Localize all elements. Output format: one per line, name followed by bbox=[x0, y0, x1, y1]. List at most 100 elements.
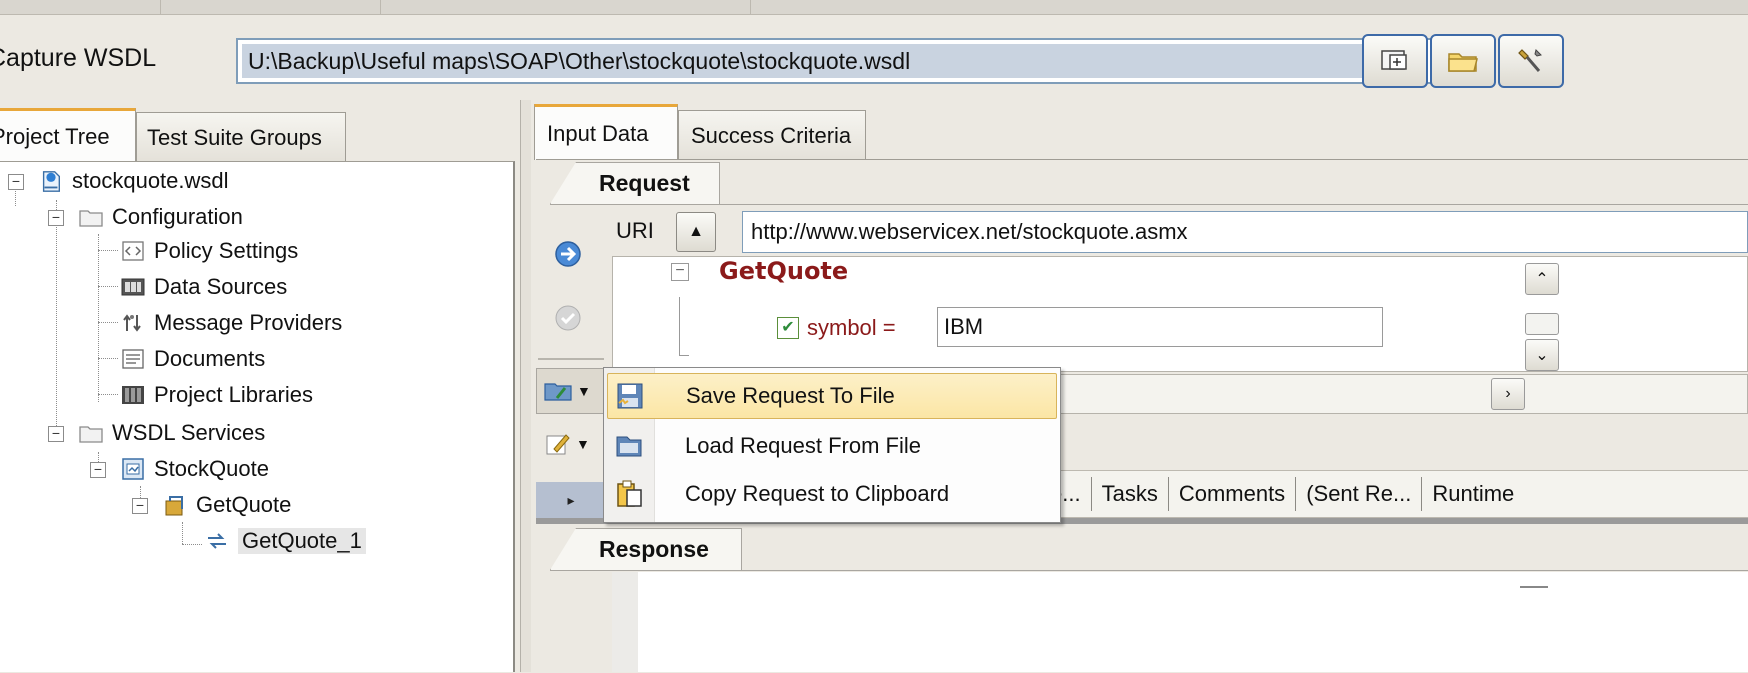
response-section-tab[interactable]: Response bbox=[550, 528, 742, 570]
tree-item-configuration[interactable]: Configuration bbox=[78, 200, 243, 234]
wsdl-combobox[interactable]: U:\Backup\Useful maps\SOAP\Other\stockqu… bbox=[236, 38, 1476, 84]
message-providers-icon bbox=[123, 314, 141, 332]
tree-item-label: Configuration bbox=[112, 204, 243, 229]
menu-item-label: Load Request From File bbox=[685, 433, 921, 458]
tree-item-getquote[interactable]: GetQuote bbox=[162, 488, 291, 522]
tree-item-data-sources[interactable]: Data Sources bbox=[120, 270, 287, 304]
response-section-label: Response bbox=[599, 536, 709, 562]
tab-sent-request[interactable]: (Sent Re... bbox=[1296, 477, 1423, 511]
tree-item-label: Project Libraries bbox=[154, 382, 313, 407]
triangle-up-icon: ▲ bbox=[688, 223, 704, 240]
tree-item-label: Data Sources bbox=[154, 274, 288, 299]
response-section-header: Response bbox=[550, 528, 1748, 571]
scroll-up-button[interactable]: ⌃ bbox=[1525, 263, 1559, 295]
documents-icon bbox=[122, 349, 144, 369]
collapse-toggle[interactable]: − bbox=[8, 174, 24, 190]
tab-input-data[interactable]: Input Data bbox=[534, 104, 678, 160]
open-folder-icon bbox=[1448, 53, 1478, 72]
request-response-icon bbox=[208, 533, 226, 549]
tab-tasks[interactable]: Tasks bbox=[1092, 477, 1169, 511]
menu-item-save-request[interactable]: Save Request To File bbox=[607, 373, 1057, 419]
tree-item-documents[interactable]: Documents bbox=[120, 342, 265, 376]
scroll-thumb[interactable] bbox=[1525, 313, 1559, 335]
tools-icon bbox=[1518, 49, 1542, 72]
project-tree-panel: − stockquote.wsdl − Configuration Policy… bbox=[0, 161, 515, 672]
scroll-down-button[interactable]: ⌄ bbox=[1525, 339, 1559, 371]
tab-input-data-label: Input Data bbox=[547, 120, 649, 146]
tab-label: Runtime bbox=[1432, 481, 1515, 506]
request-file-menu-button[interactable]: ▼ bbox=[536, 368, 604, 414]
tree-item-label: StockQuote bbox=[154, 456, 269, 481]
response-gutter bbox=[612, 572, 638, 672]
send-request-button[interactable] bbox=[542, 232, 594, 276]
operation-name: GetQuote bbox=[719, 257, 849, 285]
details-tab-strip: e... Tasks Comments (Sent Re... Runtime bbox=[1040, 470, 1748, 518]
tree-item-label: Message Providers bbox=[154, 310, 343, 335]
chevron-right-icon: ▸ bbox=[567, 491, 575, 508]
tab-comments[interactable]: Comments bbox=[1169, 477, 1297, 511]
wsdl-file-icon bbox=[42, 171, 60, 192]
tree-item-policy-settings[interactable]: Policy Settings bbox=[120, 234, 298, 268]
uri-input[interactable]: http://www.webservicex.net/stockquote.as… bbox=[742, 211, 1748, 253]
tab-test-suite-groups[interactable]: Test Suite Groups bbox=[136, 112, 346, 162]
service-icon bbox=[122, 458, 144, 480]
project-libraries-icon bbox=[122, 386, 144, 404]
validate-button[interactable] bbox=[542, 296, 594, 340]
tree-item-label: Documents bbox=[154, 346, 266, 371]
operation-icon bbox=[165, 496, 183, 516]
tree-item-label: GetQuote bbox=[196, 492, 292, 517]
menu-item-copy-request[interactable]: Copy Request to Clipboard bbox=[607, 471, 1057, 517]
menu-item-label: Save Request To File bbox=[686, 383, 895, 408]
tab-success-criteria-label: Success Criteria bbox=[691, 122, 852, 148]
uri-toggle-button[interactable]: ▲ bbox=[676, 212, 716, 252]
collapse-toggle[interactable]: − bbox=[671, 263, 689, 281]
edit-menu-button[interactable]: ▼ bbox=[540, 424, 608, 464]
request-context-menu: Save Request To File Load Request From F… bbox=[603, 367, 1061, 523]
arrow-right-circle-icon bbox=[555, 241, 581, 267]
check-circle-icon bbox=[555, 305, 581, 331]
tree-item-wsdl-services[interactable]: WSDL Services bbox=[78, 416, 265, 450]
save-file-icon bbox=[617, 383, 643, 409]
tools-button[interactable] bbox=[1498, 34, 1564, 88]
chevron-right-icon: › bbox=[1505, 385, 1511, 402]
request-tree-editor[interactable]: − GetQuote ✔ symbol = IBM ⌃ ⌄ bbox=[612, 256, 1748, 372]
wsdl-path-value[interactable]: U:\Backup\Useful maps\SOAP\Other\stockqu… bbox=[242, 44, 1426, 78]
panel-splitter[interactable] bbox=[520, 100, 531, 672]
collapse-toggle[interactable]: − bbox=[48, 210, 64, 226]
tree-item-project-libraries[interactable]: Project Libraries bbox=[120, 378, 313, 412]
tree-connector bbox=[679, 297, 680, 355]
collapse-toggle[interactable]: − bbox=[48, 426, 64, 442]
edit-icon bbox=[546, 434, 570, 455]
open-folder-button[interactable] bbox=[1430, 34, 1496, 88]
tree-item-stockquote-service[interactable]: StockQuote bbox=[120, 452, 269, 486]
chevron-down-icon: ▼ bbox=[576, 436, 590, 452]
param-name: symbol = bbox=[807, 315, 896, 340]
param-checkbox[interactable]: ✔ bbox=[777, 317, 799, 339]
scroll-right-button[interactable]: › bbox=[1491, 378, 1525, 410]
collapse-toggle[interactable]: − bbox=[132, 498, 148, 514]
data-sources-icon bbox=[121, 278, 145, 296]
tree-item-getquote-1[interactable]: GetQuote_1 bbox=[204, 524, 366, 558]
tab-project-tree[interactable]: Project Tree bbox=[0, 108, 136, 162]
response-scroll-grip bbox=[1520, 586, 1548, 588]
collapse-toggle[interactable]: − bbox=[90, 462, 106, 478]
request-section-label: Request bbox=[599, 170, 690, 196]
tree-item-label: Policy Settings bbox=[154, 238, 299, 263]
refresh-icon bbox=[1381, 50, 1407, 70]
refresh-button[interactable] bbox=[1362, 34, 1428, 88]
tab-project-tree-label: Project Tree bbox=[0, 123, 110, 149]
request-section-tab[interactable]: Request bbox=[550, 162, 720, 204]
chevron-down-icon: ▼ bbox=[577, 383, 591, 399]
tree-item-stockquote-wsdl[interactable]: stockquote.wsdl bbox=[38, 164, 229, 198]
param-value-input[interactable]: IBM bbox=[937, 307, 1383, 347]
tab-label: Comments bbox=[1178, 481, 1286, 506]
tree-item-message-providers[interactable]: Message Providers bbox=[120, 306, 342, 340]
expand-panel-button[interactable]: ▸ bbox=[536, 482, 606, 518]
tree-item-label: GetQuote_1 bbox=[238, 528, 366, 554]
tree-item-label: stockquote.wsdl bbox=[72, 168, 229, 193]
tab-runtime[interactable]: Runtime bbox=[1422, 477, 1524, 511]
load-file-icon bbox=[616, 436, 642, 457]
tab-success-criteria[interactable]: Success Criteria bbox=[678, 110, 866, 160]
menu-item-load-request[interactable]: Load Request From File bbox=[607, 423, 1057, 469]
response-editor[interactable] bbox=[612, 572, 1748, 672]
